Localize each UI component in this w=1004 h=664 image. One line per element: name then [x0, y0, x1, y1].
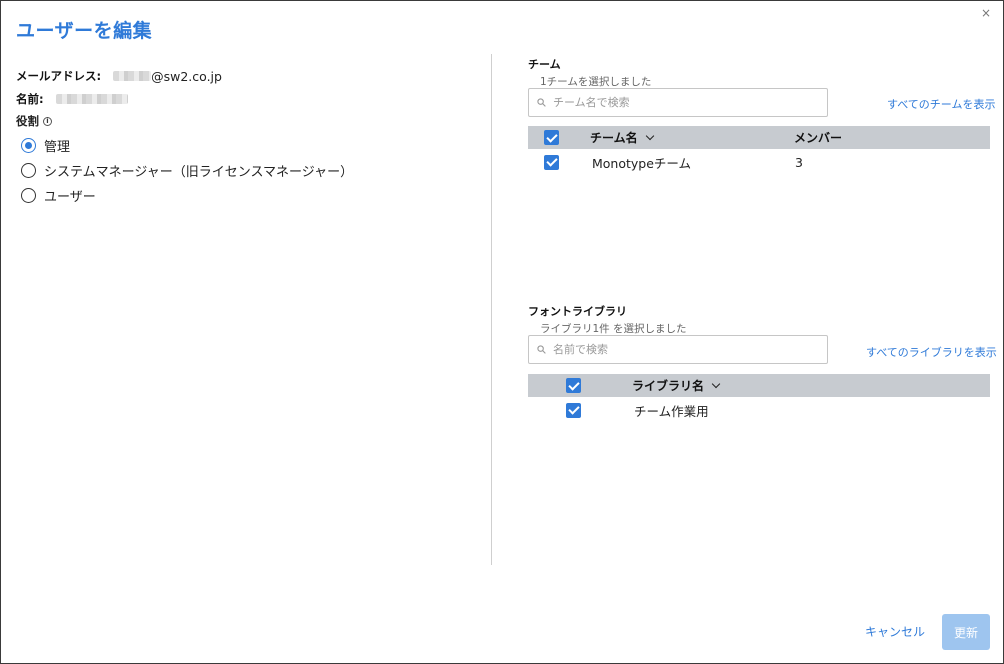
team-search-box[interactable] — [528, 88, 828, 117]
column-label: チーム名 — [590, 131, 638, 145]
role-option-user[interactable]: ユーザー — [21, 183, 476, 208]
column-label: ライブラリ名 — [632, 379, 705, 393]
panel-divider — [491, 54, 492, 565]
library-row-checkbox[interactable] — [566, 402, 581, 418]
email-label: メールアドレス: — [16, 69, 102, 83]
search-icon — [537, 345, 546, 354]
select-all-teams-checkbox[interactable] — [544, 130, 559, 145]
edit-user-dialog: × ユーザーを編集 メールアドレス: @sw2.co.jp 名前: 役割 i 管… — [0, 0, 1004, 664]
library-search-box[interactable] — [528, 335, 828, 364]
role-option-admin[interactable]: 管理 — [21, 133, 476, 158]
members-column-header: メンバー — [794, 131, 843, 145]
role-radio-group: 管理 システムマネージャー（旧ライセンスマネージャー） ユーザー — [16, 133, 476, 208]
libraries-table-header: ライブラリ名 — [528, 374, 990, 397]
role-label-row: 役割 i — [16, 113, 476, 129]
radio-button[interactable] — [21, 188, 36, 203]
chevron-down-icon — [645, 131, 654, 141]
library-name-cell: チーム作業用 — [634, 403, 709, 419]
email-row: メールアドレス: @sw2.co.jp — [16, 67, 476, 85]
redacted-email-local — [113, 71, 152, 81]
role-option-label: 管理 — [44, 140, 71, 155]
libraries-selected-count: ライブラリ1件 を選択しました — [540, 323, 687, 335]
select-all-libraries-checkbox[interactable] — [566, 378, 581, 393]
radio-button[interactable] — [21, 163, 36, 178]
team-search-input[interactable] — [553, 96, 813, 109]
teams-title: チーム — [528, 58, 561, 71]
close-icon[interactable]: × — [981, 7, 991, 19]
role-option-label: システムマネージャー（旧ライセンスマネージャー） — [44, 165, 354, 180]
chevron-down-icon — [711, 379, 721, 389]
redacted-name — [55, 94, 128, 104]
team-name-column-header[interactable]: チーム名 — [590, 129, 654, 146]
user-info-panel: メールアドレス: @sw2.co.jp 名前: 役割 i 管理 システムマネージ… — [16, 67, 476, 208]
dialog-title: ユーザーを編集 — [16, 20, 153, 42]
team-members-cell: 3 — [795, 154, 803, 170]
name-label: 名前: — [16, 92, 44, 106]
role-option-system-manager[interactable]: システムマネージャー（旧ライセンスマネージャー） — [21, 158, 476, 183]
cancel-button[interactable]: キャンセル — [865, 623, 925, 640]
update-button[interactable]: 更新 — [942, 614, 990, 650]
email-domain: @sw2.co.jp — [151, 68, 222, 84]
library-search-input[interactable] — [553, 343, 813, 356]
teams-selected-count: 1チームを選択しました — [540, 76, 652, 88]
table-row: Monotypeチーム 3 — [528, 149, 990, 175]
team-row-checkbox[interactable] — [544, 154, 559, 170]
teams-table-header: チーム名 メンバー — [528, 126, 990, 149]
info-icon[interactable]: i — [43, 116, 52, 126]
search-icon — [537, 98, 546, 107]
team-name-cell: Monotypeチーム — [592, 155, 692, 171]
name-row: 名前: — [16, 90, 476, 108]
role-label: 役割 — [16, 114, 39, 128]
radio-button-checked[interactable] — [21, 138, 36, 153]
role-option-label: ユーザー — [44, 190, 96, 205]
table-row: チーム作業用 — [528, 397, 990, 423]
show-all-libraries-link[interactable]: すべてのライブラリを表示 — [866, 344, 997, 360]
libraries-title: フォントライブラリ — [528, 305, 627, 318]
library-name-column-header[interactable]: ライブラリ名 — [632, 377, 721, 394]
show-all-teams-link[interactable]: すべてのチームを表示 — [887, 96, 995, 112]
